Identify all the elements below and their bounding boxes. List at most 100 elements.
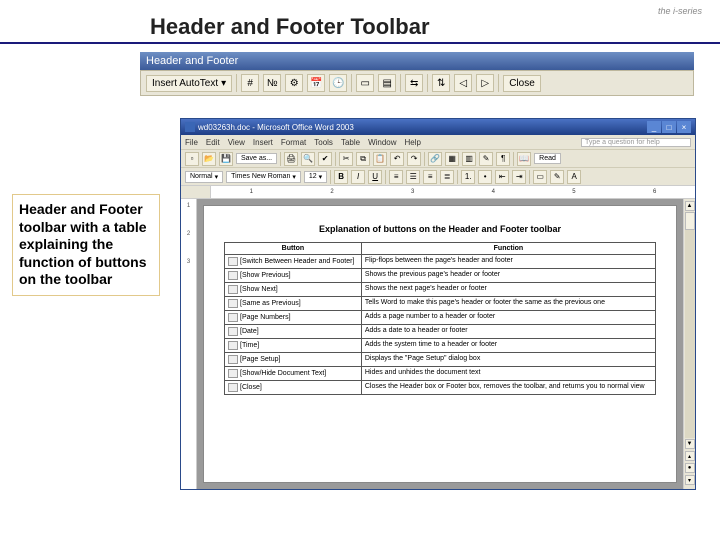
function-cell: Tells Word to make this page's header or… [361,297,655,311]
indent-icon[interactable]: ⇥ [512,170,526,184]
separator [330,170,331,184]
menu-help[interactable]: Help [405,138,421,147]
menu-file[interactable]: File [185,138,198,147]
close-window-button[interactable]: × [677,121,691,133]
copy-icon[interactable]: ⧉ [356,152,370,166]
word-window: wd03263h.doc - Microsoft Office Word 200… [180,118,696,490]
scroll-up-icon[interactable]: ▲ [685,201,695,211]
page-number-icon[interactable]: # [241,74,259,92]
scroll-down-icon[interactable]: ▼ [685,439,695,449]
show-previous-icon[interactable]: ◁ [454,74,472,92]
horizontal-ruler: 1 2 3 4 5 6 [181,185,695,199]
separator [280,152,281,166]
menu-format[interactable]: Format [281,138,306,147]
same-as-previous-icon[interactable]: ⇆ [405,74,423,92]
border-icon[interactable]: ▭ [533,170,547,184]
read-button[interactable]: Read [534,153,561,164]
show-marks-icon[interactable]: ¶ [496,152,510,166]
style-selector[interactable]: Normal ▾ [185,171,223,183]
drawing-icon[interactable]: ✎ [479,152,493,166]
read-icon[interactable]: 📖 [517,152,531,166]
cut-icon[interactable]: ✂ [339,152,353,166]
button-mini-icon [228,327,238,336]
page-setup-icon[interactable]: ▭ [356,74,374,92]
vertical-scrollbar[interactable]: ▲ ▼ ▴ ● ▾ [683,199,695,489]
format-page-number-icon[interactable]: ⚙ [285,74,303,92]
scroll-thumb[interactable] [685,212,695,230]
button-cell: [Show/Hide Document Text] [225,367,362,381]
menu-table[interactable]: Table [341,138,360,147]
menu-insert[interactable]: Insert [253,138,273,147]
bold-icon[interactable]: B [334,170,348,184]
link-icon[interactable]: 🔗 [428,152,442,166]
show-next-icon[interactable]: ▷ [476,74,494,92]
switch-header-footer-icon[interactable]: ⇅ [432,74,450,92]
button-mini-icon [228,285,238,294]
button-label: [Close] [240,384,262,391]
time-icon[interactable]: 🕒 [329,74,347,92]
menu-edit[interactable]: Edit [206,138,220,147]
table-row: [Show Previous] Shows the previous page's… [225,269,656,283]
scroll-track[interactable] [685,212,695,438]
buttons-table: Button Function [Switch Between Header a… [224,242,656,395]
paste-icon[interactable]: 📋 [373,152,387,166]
separator [513,152,514,166]
font-size-selector[interactable]: 12 ▾ [304,171,327,183]
function-cell: Shows the previous page's header or foot… [361,269,655,283]
button-cell: [Same as Previous] [225,297,362,311]
function-cell: Closes the Header box or Footer box, rem… [361,381,655,395]
table-row: [Page Setup]Displays the "Page Setup" di… [225,353,656,367]
font-size-label: 12 [309,173,317,180]
align-left-icon[interactable]: ≡ [389,170,403,184]
autotext-label: Insert AutoText [152,78,218,89]
font-color-icon[interactable]: A [567,170,581,184]
help-search-box[interactable]: Type a question for help [581,138,691,147]
justify-icon[interactable]: ≣ [440,170,454,184]
menu-view[interactable]: View [228,138,245,147]
align-center-icon[interactable]: ☰ [406,170,420,184]
font-selector[interactable]: Times New Roman ▾ [226,171,301,183]
redo-icon[interactable]: ↷ [407,152,421,166]
document-page[interactable]: Explanation of buttons on the Header and… [203,205,677,483]
highlight-icon[interactable]: ✎ [550,170,564,184]
numbering-icon[interactable]: 1. [461,170,475,184]
button-label: [Show/Hide Document Text] [240,370,326,377]
number-pages-icon[interactable]: № [263,74,281,92]
underline-icon[interactable]: U [368,170,382,184]
save-icon[interactable]: 💾 [219,152,233,166]
insert-autotext-button[interactable]: Insert AutoText▾ [146,75,232,92]
align-right-icon[interactable]: ≡ [423,170,437,184]
button-cell: [Time] [225,339,362,353]
table-row: [Page Numbers]Adds a page number to a he… [225,311,656,325]
open-icon[interactable]: 📂 [202,152,216,166]
next-page-icon[interactable]: ▾ [685,475,695,485]
bullets-icon[interactable]: • [478,170,492,184]
function-cell: Flip-flops between the page's header and… [361,255,655,269]
button-label: [Same as Previous] [240,300,301,307]
show-hide-doc-text-icon[interactable]: ▤ [378,74,396,92]
vruler-mark: 1 [187,203,190,209]
print-preview-icon[interactable]: 🔍 [301,152,315,166]
table-icon[interactable]: ▦ [445,152,459,166]
minimize-button[interactable]: _ [647,121,661,133]
separator [529,170,530,184]
button-mini-icon [228,355,238,364]
undo-icon[interactable]: ↶ [390,152,404,166]
new-doc-icon[interactable]: ▫ [185,152,199,166]
menu-tools[interactable]: Tools [314,138,333,147]
browse-object-icon[interactable]: ● [685,463,695,473]
italic-icon[interactable]: I [351,170,365,184]
button-label: [Show Previous] [240,272,291,279]
word-title-text: wd03263h.doc - Microsoft Office Word 200… [198,123,354,132]
columns-icon[interactable]: ▥ [462,152,476,166]
save-as-button[interactable]: Save as... [236,153,277,164]
date-icon[interactable]: 📅 [307,74,325,92]
outdent-icon[interactable]: ⇤ [495,170,509,184]
spell-icon[interactable]: ✔ [318,152,332,166]
vruler-mark: 3 [187,259,190,265]
close-button[interactable]: Close [503,75,541,92]
prev-page-icon[interactable]: ▴ [685,451,695,461]
print-icon[interactable]: 🖨 [284,152,298,166]
menu-window[interactable]: Window [368,138,396,147]
maximize-button[interactable]: □ [662,121,676,133]
